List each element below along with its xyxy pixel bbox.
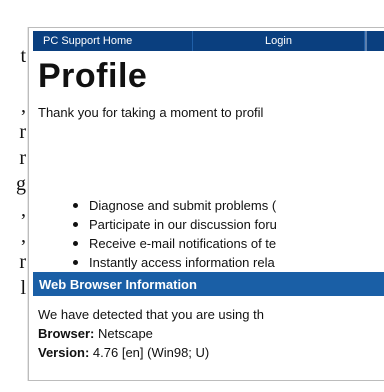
list-item: Participate in our discussion foru (69, 215, 277, 234)
browser-label: Browser: (38, 326, 95, 341)
list-item-text: Diagnose and submit problems ( (89, 198, 277, 213)
bullet-icon (73, 241, 78, 246)
nav-login-link[interactable]: Login (193, 31, 365, 51)
browser-info-line: Browser: Netscape (38, 326, 153, 341)
version-value: 4.76 [en] (Win98; U) (92, 345, 210, 360)
version-label: Version: (38, 345, 90, 360)
screenshot-stage: t , r r g , , r l PC Support Home Login … (0, 0, 384, 392)
version-info-line: Version: 4.76 [en] (Win98; U) (38, 345, 209, 360)
bullet-icon (73, 222, 78, 227)
list-item-text: Instantly access information rela (89, 255, 275, 270)
bullet-icon (73, 203, 78, 208)
page-title: Profile (38, 57, 148, 95)
nav-bar-edge (365, 31, 384, 51)
list-item: Instantly access information rela (69, 253, 277, 272)
background-text-edge: t , r r g , , r l (16, 45, 26, 299)
bullet-icon (73, 260, 78, 265)
list-item-text: Receive e-mail notifications of te (89, 236, 277, 251)
browser-detected-text: We have detected that you are using th (38, 307, 264, 322)
nav-pc-support-home-link[interactable]: PC Support Home (33, 31, 193, 51)
profile-page-frame: PC Support Home Login Profile Thank you … (28, 27, 384, 381)
section-title: Web Browser Information (39, 276, 197, 292)
browser-value: Netscape (97, 326, 153, 341)
benefits-list: Diagnose and submit problems ( Participa… (69, 196, 277, 272)
list-item: Receive e-mail notifications of te (69, 234, 277, 253)
top-navigation-bar: PC Support Home Login (33, 31, 384, 51)
list-item: Diagnose and submit problems ( (69, 196, 277, 215)
intro-text: Thank you for taking a moment to profil (38, 105, 264, 120)
list-item-text: Participate in our discussion foru (89, 217, 277, 232)
web-browser-info-header: Web Browser Information (33, 272, 384, 296)
